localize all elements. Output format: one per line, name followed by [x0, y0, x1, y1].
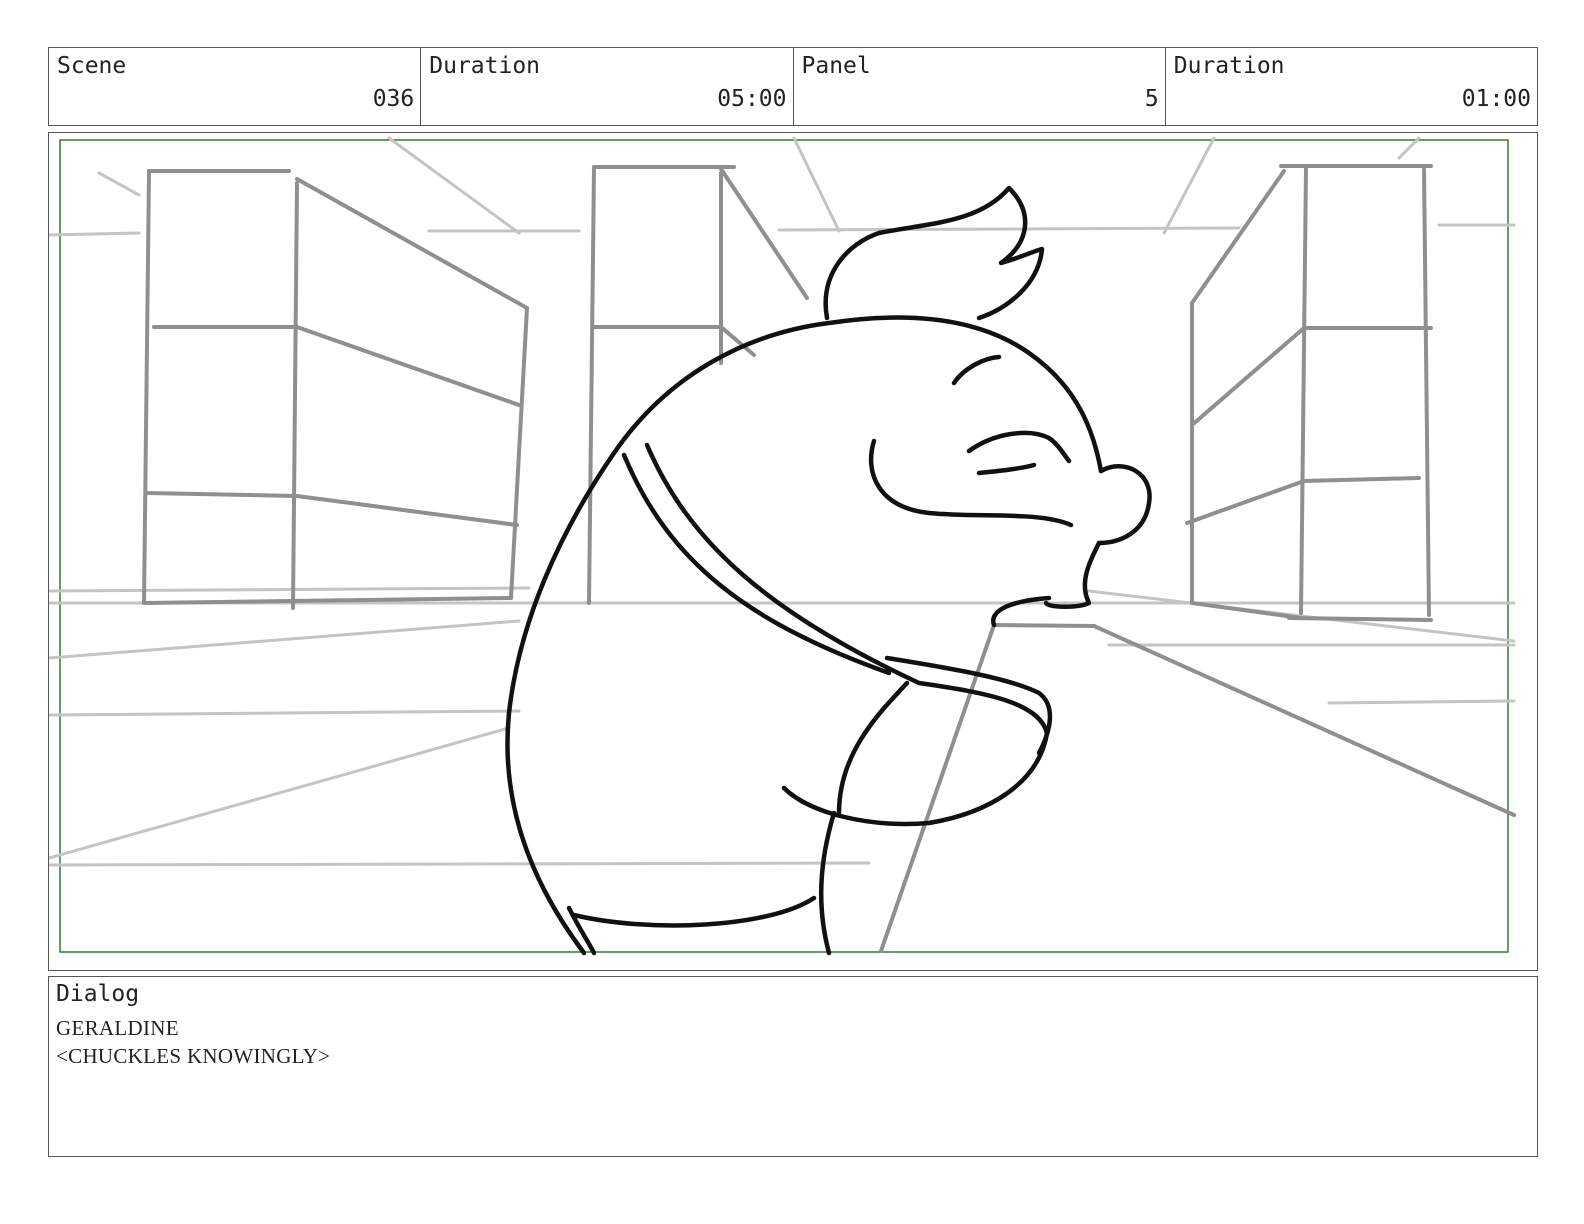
- panel-number: 5: [1144, 86, 1159, 112]
- panel-cell: Panel 5: [794, 48, 1166, 125]
- scene-number: 036: [372, 86, 415, 112]
- sketch-drawing: [49, 136, 1516, 956]
- scene-duration-label: Duration: [429, 53, 541, 79]
- dialog-label: Dialog: [56, 981, 140, 1007]
- character-geraldine: [505, 185, 1152, 956]
- panel-label: Panel: [801, 53, 871, 79]
- storyboard-panel: [48, 132, 1538, 971]
- storyboard-header: Scene 036 Duration 05:00 Panel 5 Duratio…: [48, 47, 1538, 126]
- panel-duration-label: Duration: [1173, 53, 1285, 79]
- dialog-box: Dialog GERALDINE <CHUCKLES KNOWINGLY>: [48, 976, 1538, 1157]
- panel-duration-cell: Duration 01:00: [1166, 48, 1537, 125]
- scene-duration-cell: Duration 05:00: [421, 48, 794, 125]
- panel-duration-value: 01:00: [1461, 86, 1531, 112]
- dialog-character-name: GERALDINE: [56, 1016, 179, 1040]
- dialog-line: <CHUCKLES KNOWINGLY>: [56, 1044, 331, 1068]
- background-guides: [49, 136, 1516, 867]
- scene-cell: Scene 036: [49, 48, 422, 125]
- scene-label: Scene: [57, 53, 127, 79]
- scene-duration-value: 05:00: [717, 86, 787, 112]
